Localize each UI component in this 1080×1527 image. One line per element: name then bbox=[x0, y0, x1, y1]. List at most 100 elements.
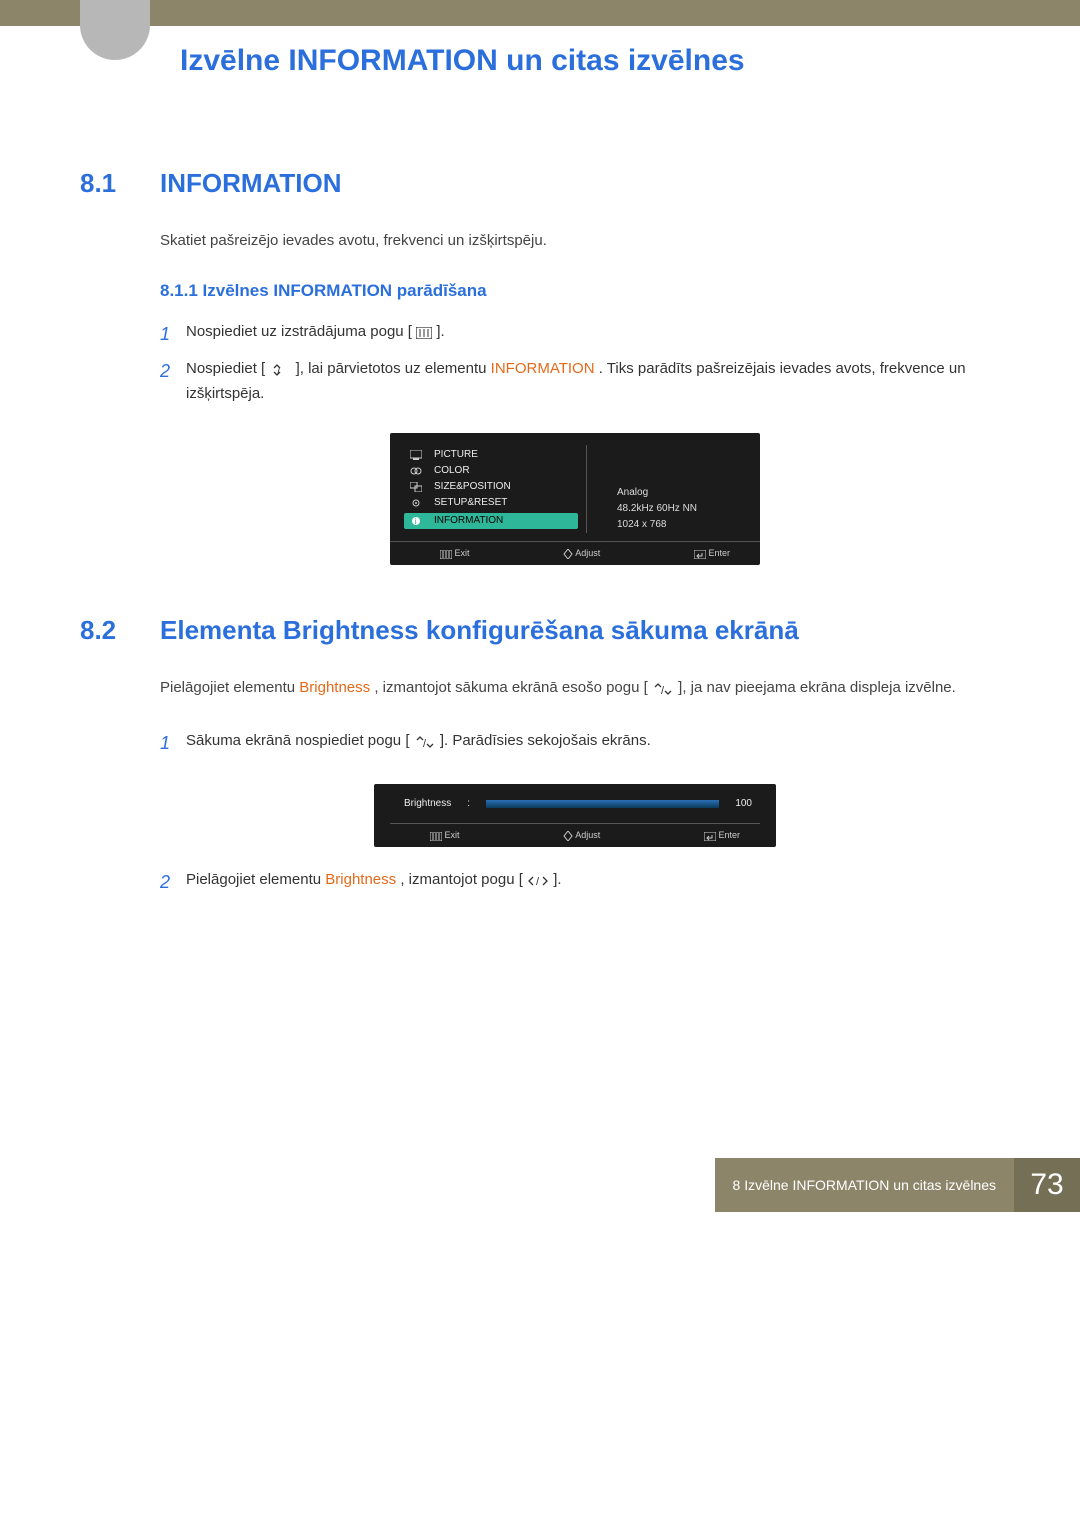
left-right-icon: / bbox=[527, 875, 549, 887]
label: Adjust bbox=[575, 830, 600, 840]
step-number: 1 bbox=[160, 319, 186, 350]
section-number: 8.2 bbox=[80, 615, 160, 646]
section-8-2: 8.2 Elementa Brightness konfigurēšana sā… bbox=[160, 615, 990, 646]
up-down-icon: / bbox=[269, 364, 291, 376]
osd-item-color: COLOR bbox=[408, 465, 578, 477]
text: Nospiediet uz izstrādājuma pogu [ bbox=[186, 323, 412, 340]
osd-adjust: Adjust bbox=[563, 548, 600, 559]
text: Nospiediet [ bbox=[186, 360, 265, 377]
section-title: INFORMATION bbox=[160, 168, 342, 199]
text: ], lai pārvietotos uz elementu bbox=[296, 360, 491, 377]
enter-icon bbox=[704, 832, 716, 841]
osd-left-menu: PICTURE COLOR SIZE&POSITION SETUP&RESET … bbox=[408, 445, 587, 533]
label: Enter bbox=[708, 548, 730, 558]
brightness-label: Brightness bbox=[404, 798, 451, 809]
text: Sākuma ekrānā nospiediet pogu [ bbox=[186, 732, 409, 749]
list-item: 1 Sākuma ekrānā nospiediet pogu [ / ]. P… bbox=[160, 728, 990, 759]
label: Exit bbox=[455, 548, 470, 558]
step-text: Nospiediet uz izstrādājuma pogu [ ]. bbox=[186, 319, 445, 350]
step-text: Pielāgojiet elementu Brightness , izmant… bbox=[186, 867, 562, 898]
osd-info-line: 48.2kHz 60Hz NN bbox=[617, 501, 742, 517]
page-content: Izvēlne INFORMATION un citas izvēlnes 8.… bbox=[0, 44, 1080, 898]
brightness-slider bbox=[486, 800, 719, 808]
adjust-icon bbox=[563, 831, 573, 841]
enter-icon bbox=[694, 550, 706, 559]
steps-8-2: 1 Sākuma ekrānā nospiediet pogu [ / ]. P… bbox=[160, 728, 990, 759]
step-number: 2 bbox=[160, 356, 186, 407]
footer-chapter-label: 8 Izvēlne INFORMATION un citas izvēlnes bbox=[715, 1158, 1014, 1212]
text: ]. bbox=[553, 871, 561, 888]
size-icon bbox=[408, 481, 424, 493]
page-number: 73 bbox=[1014, 1158, 1080, 1212]
section-number: 8.1 bbox=[80, 168, 160, 199]
osd-adjust: Adjust bbox=[563, 830, 600, 841]
list-item: 1 Nospiediet uz izstrādājuma pogu [ ]. bbox=[160, 319, 990, 350]
color-icon bbox=[408, 465, 424, 477]
osd-info-line: Analog bbox=[617, 485, 742, 501]
section-intro-8-2: Pielāgojiet elementu Brightness , izmant… bbox=[160, 676, 990, 700]
brightness-value: 100 bbox=[735, 798, 752, 809]
osd-label: SETUP&RESET bbox=[434, 497, 507, 508]
text: ]. bbox=[436, 323, 444, 340]
adjust-icon bbox=[563, 549, 573, 559]
osd-exit: Exit bbox=[430, 830, 460, 841]
highlight-text: Brightness bbox=[299, 679, 370, 696]
brightness-osd-illustration: Brightness : 100 Exit Adjust Enter bbox=[374, 784, 776, 847]
label: Adjust bbox=[575, 548, 600, 558]
osd-menu-illustration: PICTURE COLOR SIZE&POSITION SETUP&RESET … bbox=[390, 433, 760, 565]
osd-exit: Exit bbox=[440, 548, 470, 559]
steps-8-1-1: 1 Nospiediet uz izstrādājuma pogu [ ]. 2… bbox=[160, 319, 990, 407]
text: , izmantojot sākuma ekrānā esošo pogu [ bbox=[374, 679, 648, 696]
up-down-icon: / bbox=[414, 736, 436, 748]
text: ], ja nav pieejama ekrāna displeja izvēl… bbox=[678, 679, 956, 696]
osd-enter: Enter bbox=[704, 830, 740, 841]
steps-8-2-cont: 2 Pielāgojiet elementu Brightness , izma… bbox=[160, 867, 990, 898]
step-text: Sākuma ekrānā nospiediet pogu [ / ]. Par… bbox=[186, 728, 651, 759]
list-item: 2 Nospiediet [ / ], lai pārvietotos uz e… bbox=[160, 356, 990, 407]
text: Pielāgojiet elementu bbox=[186, 871, 325, 888]
svg-text:/: / bbox=[536, 876, 540, 887]
osd-item-picture: PICTURE bbox=[408, 449, 578, 461]
step-number: 1 bbox=[160, 728, 186, 759]
osd-label: PICTURE bbox=[434, 449, 478, 460]
osd-footer: Exit Adjust Enter bbox=[390, 541, 760, 559]
page-footer: 8 Izvēlne INFORMATION un citas izvēlnes … bbox=[0, 1158, 1080, 1212]
section-title: Elementa Brightness konfigurēšana sākuma… bbox=[160, 615, 799, 646]
svg-text:i: i bbox=[415, 517, 417, 526]
osd-label: INFORMATION bbox=[434, 515, 503, 526]
picture-icon bbox=[408, 449, 424, 461]
label: Enter bbox=[718, 830, 740, 840]
osd-label: COLOR bbox=[434, 465, 470, 476]
list-item: 2 Pielāgojiet elementu Brightness , izma… bbox=[160, 867, 990, 898]
section-8-1: 8.1 INFORMATION bbox=[160, 168, 990, 199]
menu-button-icon bbox=[416, 327, 432, 339]
text: ]. Parādīsies sekojošais ekrāns. bbox=[440, 732, 651, 749]
subsection-8-1-1: 8.1.1 Izvēlnes INFORMATION parādīšana bbox=[160, 281, 990, 301]
highlight-text: INFORMATION bbox=[491, 360, 595, 377]
step-number: 2 bbox=[160, 867, 186, 898]
osd-item-setup: SETUP&RESET bbox=[408, 497, 578, 509]
section-intro: Skatiet pašreizējo ievades avotu, frekve… bbox=[160, 229, 990, 253]
text: , izmantojot pogu [ bbox=[400, 871, 523, 888]
osd-item-information-selected: i INFORMATION bbox=[404, 513, 578, 529]
osd-label: SIZE&POSITION bbox=[434, 481, 511, 492]
osd-item-size: SIZE&POSITION bbox=[408, 481, 578, 493]
osd-info-line: 1024 x 768 bbox=[617, 517, 742, 533]
label: Exit bbox=[445, 830, 460, 840]
svg-text:/: / bbox=[661, 685, 665, 695]
osd-enter: Enter bbox=[694, 548, 730, 559]
brightness-footer: Exit Adjust Enter bbox=[390, 823, 760, 841]
info-icon: i bbox=[408, 515, 424, 527]
step-text: Nospiediet [ / ], lai pārvietotos uz ele… bbox=[186, 356, 990, 407]
gear-icon bbox=[408, 497, 424, 509]
svg-text:/: / bbox=[423, 738, 427, 748]
highlight-text: Brightness bbox=[325, 871, 396, 888]
up-down-icon: / bbox=[652, 683, 674, 695]
chapter-title: Izvēlne INFORMATION un citas izvēlnes bbox=[180, 44, 990, 78]
top-accent-bar bbox=[0, 0, 1080, 26]
text: Pielāgojiet elementu bbox=[160, 679, 299, 696]
menu-button-icon bbox=[430, 832, 442, 841]
colon: : bbox=[467, 798, 470, 809]
menu-button-icon bbox=[440, 550, 452, 559]
osd-info-panel: Analog 48.2kHz 60Hz NN 1024 x 768 bbox=[587, 445, 742, 533]
